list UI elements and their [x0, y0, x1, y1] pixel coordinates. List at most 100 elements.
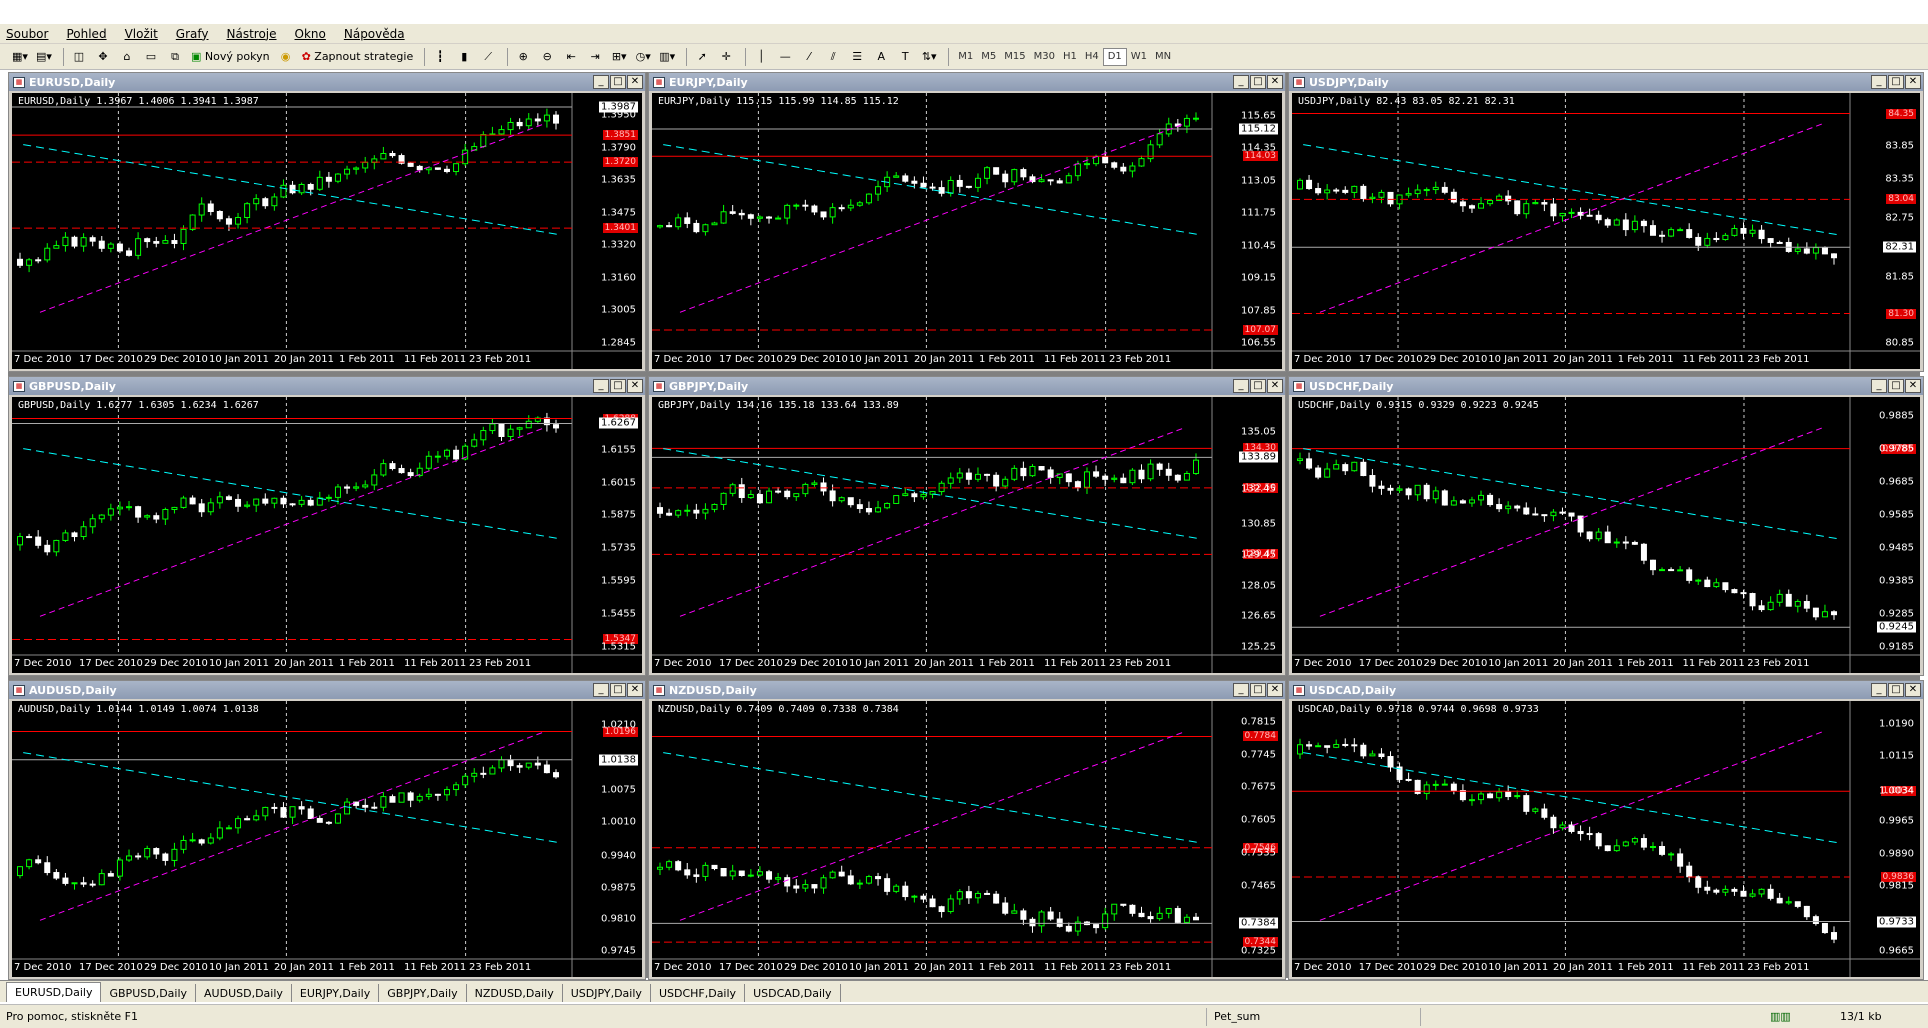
price-scale[interactable]: 134.30132.50129.47135.05133.89132.45130.…: [1212, 397, 1282, 655]
market-watch-icon[interactable]: ◫: [69, 47, 89, 67]
strategies-button[interactable]: ✿ Zapnout strategie: [300, 47, 416, 67]
autoscroll-icon[interactable]: ⇤: [561, 47, 581, 67]
data-window-icon[interactable]: ✥: [93, 47, 113, 67]
maximize-button[interactable]: □: [610, 75, 626, 89]
chart-plot-area[interactable]: GBPUSD,Daily 1.6277 1.6305 1.6234 1.6267…: [12, 397, 642, 673]
chart-title-bar[interactable]: ▦ GBPUSD,Daily _ □ ✕: [9, 377, 645, 395]
maximize-button[interactable]: □: [1888, 683, 1904, 697]
timeframe-m5[interactable]: M5: [977, 48, 1000, 66]
line-chart-icon[interactable]: ⟋: [478, 47, 498, 67]
vertical-line-icon[interactable]: │: [751, 47, 771, 67]
minimize-button[interactable]: _: [1871, 379, 1887, 393]
price-chart[interactable]: [12, 397, 642, 673]
time-scale[interactable]: 7 Dec 2010 17 Dec 2010 29 Dec 2010 10 Jan 2…: [1292, 655, 1850, 673]
tester-icon[interactable]: ⧉: [165, 47, 185, 67]
price-scale[interactable]: 1.62881.53471.61551.60151.58751.57351.55…: [572, 397, 642, 655]
time-scale[interactable]: 7 Dec 2010 17 Dec 2010 29 Dec 2010 10 Jan 2…: [652, 655, 1212, 673]
price-scale[interactable]: 0.7784 0.7546 0.7344 0.7815 0.7745 0.7675 0.76…: [1212, 701, 1282, 959]
price-chart[interactable]: [12, 701, 642, 977]
time-scale[interactable]: 7 Dec 2010 17 Dec 2010 29 Dec 2010 10 Jan 2…: [1292, 959, 1850, 977]
minimize-button[interactable]: _: [1233, 75, 1249, 89]
price-chart[interactable]: [1292, 93, 1920, 369]
menu-nastroje[interactable]: Nástroje: [227, 27, 277, 41]
chart-plot-area[interactable]: AUDUSD,Daily 1.0144 1.0149 1.0074 1.0138…: [12, 701, 642, 977]
chart-tab[interactable]: USDCAD,Daily: [745, 984, 841, 1002]
minimize-button[interactable]: _: [1233, 683, 1249, 697]
new-order-button[interactable]: ▣ Nový pokyn: [189, 47, 272, 67]
minimize-button[interactable]: _: [593, 75, 609, 89]
navigator-icon[interactable]: ⌂: [117, 47, 137, 67]
chart-title-bar[interactable]: ▦ USDCHF,Daily _ □ ✕: [1289, 377, 1923, 395]
maximize-button[interactable]: □: [610, 379, 626, 393]
menu-soubor[interactable]: Soubor: [6, 27, 48, 41]
close-button[interactable]: ✕: [627, 75, 643, 89]
time-scale[interactable]: 7 Dec 2010 17 Dec 2010 29 Dec 2010 10 Jan 2…: [1292, 351, 1850, 369]
menu-pohled[interactable]: Pohled: [66, 27, 106, 41]
chart-tab[interactable]: USDJPY,Daily: [563, 984, 651, 1002]
price-chart[interactable]: [652, 93, 1282, 369]
chart-plot-area[interactable]: NZDUSD,Daily 0.7409 0.7409 0.7338 0.7384…: [652, 701, 1282, 977]
close-button[interactable]: ✕: [627, 379, 643, 393]
crosshair-icon[interactable]: ✛: [716, 47, 736, 67]
minimize-button[interactable]: _: [593, 379, 609, 393]
close-button[interactable]: ✕: [1905, 379, 1921, 393]
chart-title-bar[interactable]: ▦ USDCAD,Daily _ □ ✕: [1289, 681, 1923, 699]
price-scale[interactable]: 114.03 107.07 115.65 114.35 113.05 111.75 110.…: [1212, 93, 1282, 351]
minimize-button[interactable]: _: [1233, 379, 1249, 393]
metaeditor-icon[interactable]: ◉: [276, 47, 296, 67]
maximize-button[interactable]: □: [1888, 75, 1904, 89]
new-chart-icon[interactable]: ▦▾: [10, 47, 30, 67]
close-button[interactable]: ✕: [1905, 683, 1921, 697]
cursor-icon[interactable]: ➚: [692, 47, 712, 67]
price-scale[interactable]: 84.35 83.04 81.30 83.85 83.35 82.75 82.31 81.85…: [1850, 93, 1920, 351]
close-button[interactable]: ✕: [627, 683, 643, 697]
time-scale[interactable]: 7 Dec 2010 17 Dec 2010 29 Dec 2010 10 Jan 2…: [12, 351, 572, 369]
close-button[interactable]: ✕: [1267, 379, 1283, 393]
timeframe-h4[interactable]: H4: [1081, 48, 1103, 66]
price-scale[interactable]: 1.3851 1.3720 1.3401 1.3950 1.3790 1.3635 1.34…: [572, 93, 642, 351]
maximize-button[interactable]: □: [1888, 379, 1904, 393]
chart-shift-icon[interactable]: ⇥: [585, 47, 605, 67]
price-chart[interactable]: [652, 701, 1282, 977]
indicators-icon[interactable]: ⊞▾: [609, 47, 629, 67]
timeframe-h1[interactable]: H1: [1059, 48, 1081, 66]
periods-icon[interactable]: ◷▾: [633, 47, 653, 67]
chart-tab[interactable]: NZDUSD,Daily: [467, 984, 563, 1002]
horizontal-line-icon[interactable]: —: [775, 47, 795, 67]
chart-plot-area[interactable]: EURJPY,Daily 115.15 115.99 114.85 115.12…: [652, 93, 1282, 369]
chart-plot-area[interactable]: USDCAD,Daily 0.9718 0.9744 0.9698 0.9733…: [1292, 701, 1920, 977]
templates-icon[interactable]: ▥▾: [657, 47, 677, 67]
terminal-icon[interactable]: ▭: [141, 47, 161, 67]
price-scale[interactable]: 1.0034 0.9836 1.0190 1.0115 1.0034 0.9965 0.98…: [1850, 701, 1920, 959]
close-button[interactable]: ✕: [1267, 75, 1283, 89]
zoom-in-icon[interactable]: ⊕: [513, 47, 533, 67]
minimize-button[interactable]: _: [593, 683, 609, 697]
candle-chart-icon[interactable]: ▮: [454, 47, 474, 67]
text-icon[interactable]: A: [871, 47, 891, 67]
zoom-out-icon[interactable]: ⊖: [537, 47, 557, 67]
timeframe-d1[interactable]: D1: [1102, 47, 1127, 66]
chart-tab[interactable]: AUDUSD,Daily: [196, 984, 292, 1002]
chart-tab[interactable]: EURJPY,Daily: [292, 984, 380, 1002]
menu-grafy[interactable]: Grafy: [176, 27, 209, 41]
chart-plot-area[interactable]: USDJPY,Daily 82.43 83.05 82.21 82.31 84.3…: [1292, 93, 1920, 369]
time-scale[interactable]: 7 Dec 2010 17 Dec 2010 29 Dec 2010 10 Jan 2…: [652, 959, 1212, 977]
chart-tab[interactable]: GBPJPY,Daily: [379, 984, 467, 1002]
chart-title-bar[interactable]: ▦ GBPJPY,Daily _ □ ✕: [649, 377, 1285, 395]
profiles-icon[interactable]: ▤▾: [34, 47, 54, 67]
maximize-button[interactable]: □: [610, 683, 626, 697]
price-chart[interactable]: [1292, 397, 1920, 673]
menu-vlozit[interactable]: Vložit: [125, 27, 158, 41]
menu-okno[interactable]: Okno: [295, 27, 326, 41]
timeframe-w1[interactable]: W1: [1127, 48, 1151, 66]
maximize-button[interactable]: □: [1250, 379, 1266, 393]
chart-tab[interactable]: GBPUSD,Daily: [101, 984, 197, 1002]
minimize-button[interactable]: _: [1871, 683, 1887, 697]
channel-icon[interactable]: ⫽: [823, 47, 843, 67]
time-scale[interactable]: 7 Dec 2010 17 Dec 2010 29 Dec 2010 10 Jan 2…: [12, 959, 572, 977]
chart-title-bar[interactable]: ▦ NZDUSD,Daily _ □ ✕: [649, 681, 1285, 699]
chart-plot-area[interactable]: USDCHF,Daily 0.9315 0.9329 0.9223 0.9245…: [1292, 397, 1920, 673]
time-scale[interactable]: 7 Dec 2010 17 Dec 2010 29 Dec 2010 10 Jan 2…: [12, 655, 572, 673]
menu-napoveda[interactable]: Nápověda: [344, 27, 405, 41]
close-button[interactable]: ✕: [1905, 75, 1921, 89]
